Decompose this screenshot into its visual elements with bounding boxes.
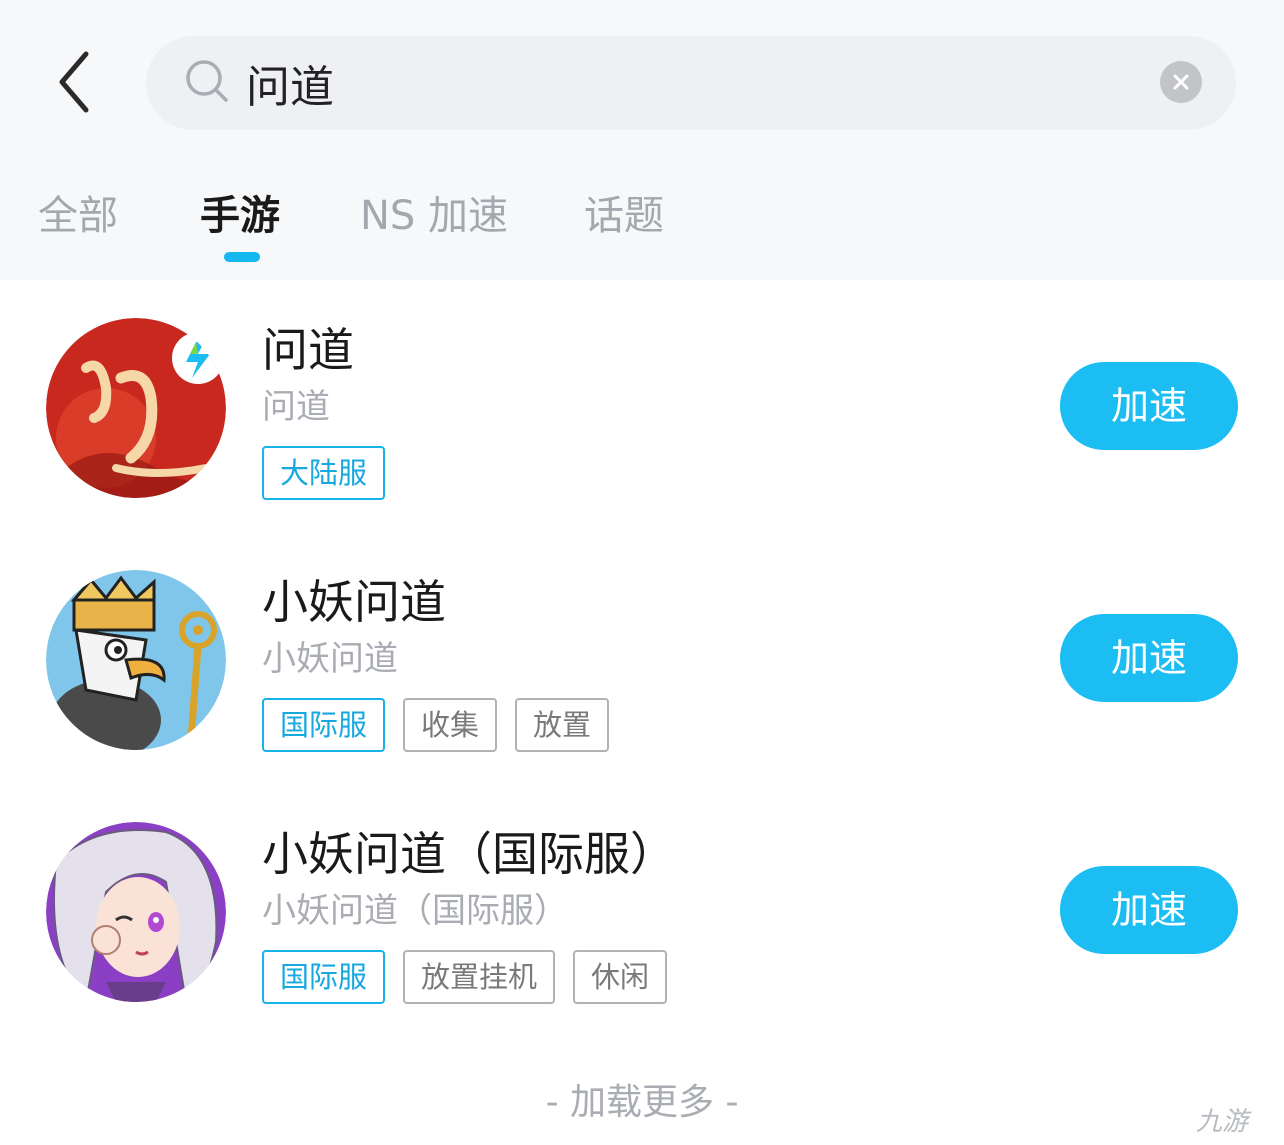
game-avatar[interactable] bbox=[46, 822, 226, 1002]
game-title: 问道 bbox=[262, 323, 354, 377]
game-title: 小妖问道 bbox=[262, 575, 446, 629]
category-tabs: 全部 手游 NS 加速 话题 bbox=[0, 150, 1284, 280]
list-item[interactable]: 小妖问道 小妖问道 国际服 收集 放置 加速 bbox=[0, 532, 1284, 784]
back-arrow-icon bbox=[59, 51, 89, 113]
search-results-page: 全部 手游 NS 加速 话题 问道 问 bbox=[0, 0, 1284, 1145]
wendao-game-icon bbox=[46, 318, 226, 498]
game-subtitle: 小妖问道（国际服） bbox=[262, 891, 568, 931]
search-icon bbox=[186, 60, 228, 102]
tab-all[interactable]: 全部 bbox=[38, 190, 118, 242]
game-subtitle: 问道 bbox=[262, 387, 330, 427]
genre-tag: 放置挂机 bbox=[403, 950, 556, 1004]
search-box[interactable] bbox=[146, 36, 1236, 130]
game-subtitle: 小妖问道 bbox=[262, 639, 398, 679]
watermark-logo: 九游 bbox=[1196, 1107, 1249, 1137]
tag-list: 国际服 收集 放置 bbox=[262, 698, 610, 752]
server-tag: 大陆服 bbox=[262, 446, 386, 500]
close-icon bbox=[1173, 74, 1189, 90]
list-item[interactable]: 问道 问道 大陆服 加速 bbox=[0, 280, 1284, 532]
server-tag: 国际服 bbox=[262, 950, 386, 1004]
clear-search-button[interactable] bbox=[1160, 61, 1202, 103]
list-item[interactable]: 小妖问道（国际服） 小妖问道（国际服） 国际服 放置挂机 休闲 加速 bbox=[0, 784, 1284, 1036]
game-avatar[interactable] bbox=[46, 570, 226, 750]
genre-tag: 休闲 bbox=[573, 950, 668, 1004]
genre-tag: 收集 bbox=[403, 698, 498, 752]
back-button[interactable] bbox=[50, 48, 110, 118]
server-tag: 国际服 bbox=[262, 698, 386, 752]
speedup-button[interactable]: 加速 bbox=[1060, 866, 1238, 954]
tab-topics[interactable]: 话题 bbox=[584, 190, 664, 242]
tab-mobile-games[interactable]: 手游 bbox=[200, 190, 280, 242]
active-tab-indicator bbox=[224, 252, 260, 262]
game-avatar[interactable] bbox=[46, 318, 226, 498]
search-input[interactable] bbox=[246, 52, 1126, 114]
game-title: 小妖问道（国际服） bbox=[262, 827, 676, 881]
load-more-link[interactable]: - 加载更多 - bbox=[0, 1078, 1284, 1128]
tag-list: 国际服 放置挂机 休闲 bbox=[262, 950, 668, 1004]
header bbox=[0, 0, 1284, 150]
tab-ns-speedup[interactable]: NS 加速 bbox=[360, 190, 508, 242]
genre-tag: 放置 bbox=[515, 698, 610, 752]
tag-list: 大陆服 bbox=[262, 446, 386, 500]
eagle-character-icon bbox=[46, 570, 226, 750]
speedup-button[interactable]: 加速 bbox=[1060, 614, 1238, 702]
speedup-button[interactable]: 加速 bbox=[1060, 362, 1238, 450]
fairy-character-icon bbox=[46, 822, 226, 1002]
